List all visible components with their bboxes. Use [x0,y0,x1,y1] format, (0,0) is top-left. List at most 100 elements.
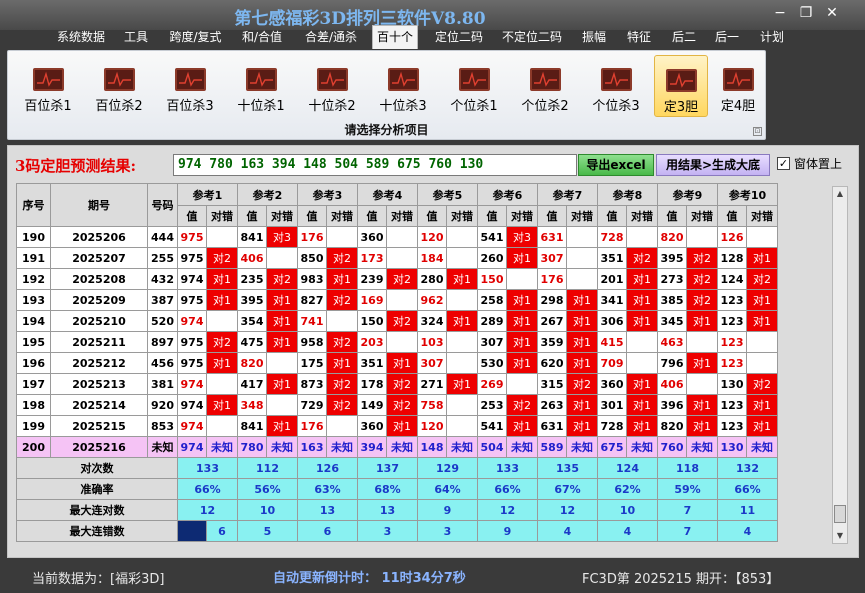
scroll-down-icon[interactable]: ▼ [833,529,847,543]
menu-item-11[interactable]: 后一 [713,26,741,48]
cell-value: 974 [177,310,207,332]
cell-value: 620 [537,352,567,374]
stats-value: 4 [537,520,598,542]
minimize-button[interactable]: − [770,6,790,20]
generate-base-button[interactable]: 用结果>生成大底 [656,154,770,176]
cell-result: 对1 [686,310,718,332]
cell-pred-result: 未知 [386,436,418,458]
ribbon-button-6[interactable]: 个位杀1 [441,55,507,117]
cell-value: 541 [477,226,507,248]
cell-value: 306 [597,310,627,332]
menu-item-1[interactable]: 工具 [122,26,150,48]
cell-result: 对1 [506,289,538,311]
export-excel-button[interactable]: 导出excel [578,154,654,176]
cell-value: 417 [237,373,267,395]
cell-result [386,226,418,248]
ribbon-button-8[interactable]: 个位杀3 [583,55,649,117]
table-row: 196 2025212 456 975 对1 820 175 对1 351 对1 307 530 对1 6… [16,352,778,374]
menu-item-12[interactable]: 计划 [758,26,786,48]
cell-result [686,226,718,248]
stats-value: 13 [297,499,358,521]
menu-item-10[interactable]: 后二 [670,26,698,48]
stats-value: 13 [357,499,418,521]
cell-pred-result: 未知 [746,436,778,458]
stats-value: 59% [657,478,718,500]
cell-value: 341 [597,289,627,311]
cell-pred-value: 589 [537,436,567,458]
stats-value: 56% [237,478,298,500]
menu-item-7[interactable]: 不定位二码 [500,26,564,48]
stats-value: 64% [417,478,478,500]
header-ref: 参考7 [537,183,598,206]
cell-result [686,373,718,395]
cell-issue: 2025209 [50,289,148,311]
cell-number: 456 [147,352,178,374]
cell-result: 对1 [746,289,778,311]
prediction-result-field[interactable]: 974 780 163 394 148 504 589 675 760 130 [173,154,577,176]
ribbon-button-4[interactable]: 十位杀2 [299,55,365,117]
cell-pred-value: 148 [417,436,447,458]
cell-pred-value: 504 [477,436,507,458]
cell-number: 387 [147,289,178,311]
ribbon-button-0[interactable]: 百位杀1 [15,55,81,117]
stats-value: 12 [177,499,238,521]
ribbon-button-label: 百位杀1 [24,99,72,114]
cell-result [266,394,298,416]
ribbon-button-9[interactable]: 定3胆 [654,55,708,117]
pin-window-checkbox[interactable]: ✓ [777,157,790,170]
ribbon-button-2[interactable]: 百位杀3 [157,55,223,117]
analysis-table: 序号 期号 号码 参考1 参考2 参考3 参考4 参考5 参考6 参考7 参考8 参考9 参考10 值对错… [16,183,778,542]
cell-result: 对2 [386,394,418,416]
cell-value: 123 [717,415,747,437]
cell-result: 对1 [566,310,598,332]
cell-issue: 2025216 [50,436,148,458]
cell-seq: 193 [16,289,51,311]
cell-result [446,226,478,248]
cell-result: 对1 [506,310,538,332]
cell-value: 307 [477,331,507,353]
chart-icon [722,68,754,91]
menu-item-4[interactable]: 合差/通杀 [302,26,360,48]
subheader-value: 值 [597,205,627,227]
ribbon-button-1[interactable]: 百位杀2 [86,55,152,117]
stats-value: 9 [477,520,538,542]
scrollbar-thumb[interactable] [834,505,846,523]
close-button[interactable]: ✕ [822,6,842,20]
ribbon-button-5[interactable]: 十位杀3 [370,55,436,117]
scroll-up-icon[interactable]: ▲ [833,187,847,201]
cell-result: 对2 [326,373,358,395]
restore-button[interactable]: ❐ [796,6,816,20]
cell-result [566,247,598,269]
cell-value: 273 [657,268,687,290]
stats-value: 10 [597,499,658,521]
menu-item-8[interactable]: 振幅 [580,26,608,48]
cell-value: 123 [717,352,747,374]
menu-item-6[interactable]: 定位二码 [433,26,485,48]
cell-value: 178 [357,373,387,395]
stats-value: 9 [417,499,478,521]
ribbon-button-10[interactable]: 定4胆 [711,55,765,117]
menu-item-3[interactable]: 和/合值 [240,26,284,48]
cell-result: 对1 [206,268,238,290]
menu-item-2[interactable]: 跨度/复式 [167,26,224,48]
ribbon-button-3[interactable]: 十位杀1 [228,55,294,117]
cell-value: 975 [177,226,207,248]
cell-result: 对1 [686,394,718,416]
cell-result: 对1 [506,415,538,437]
cell-result: 对1 [206,352,238,374]
cell-value: 475 [237,331,267,353]
menu-item-5[interactable]: 百十个 [372,25,418,49]
ribbon-button-label: 十位杀1 [237,99,285,114]
ribbon-button-7[interactable]: 个位杀2 [512,55,578,117]
cell-pred-result: 未知 [686,436,718,458]
cell-pred-value: 780 [237,436,267,458]
ribbon-button-label: 十位杀3 [379,99,427,114]
ribbon-launcher-icon[interactable]: ⊡ [753,127,762,136]
cell-value: 360 [597,373,627,395]
cell-pred-value: 130 [717,436,747,458]
menu-item-0[interactable]: 系统数据 [55,26,107,48]
vertical-scrollbar[interactable]: ▲ ▼ [832,186,848,544]
cell-value: 758 [417,394,447,416]
stats-value: 137 [357,457,418,479]
menu-item-9[interactable]: 特征 [625,26,653,48]
